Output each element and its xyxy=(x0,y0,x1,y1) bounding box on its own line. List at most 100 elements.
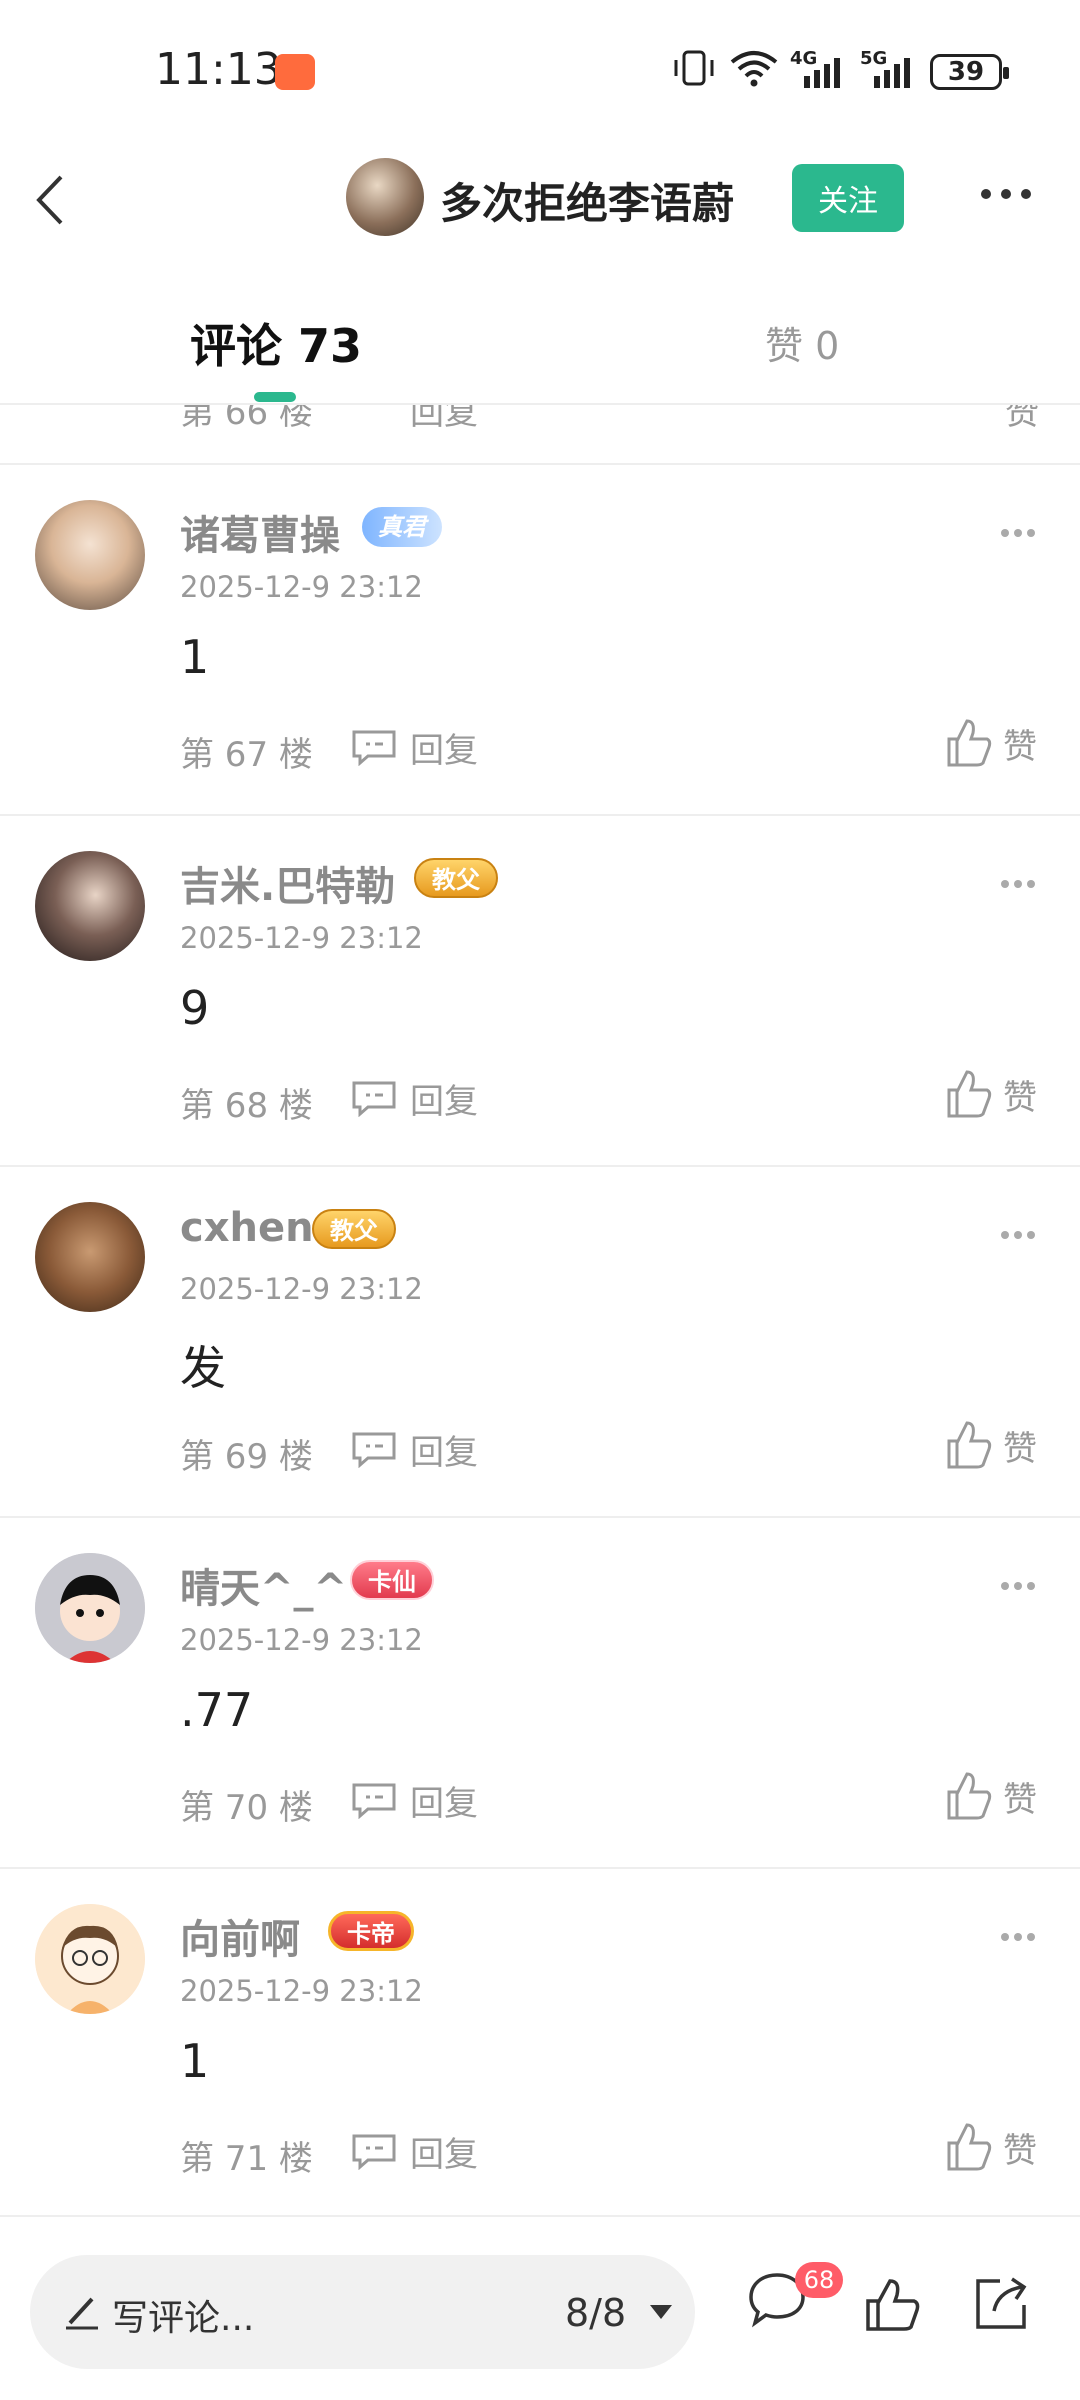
comment-text: 1 xyxy=(180,630,210,684)
level-badge: 教父 xyxy=(414,858,498,898)
reply-button[interactable]: 回复 xyxy=(350,1419,478,1479)
timestamp: 2025-12-9 23:12 xyxy=(180,1974,423,2008)
share-icon[interactable] xyxy=(970,2273,1032,2335)
thumbs-up-icon xyxy=(947,1772,992,1820)
like-button[interactable]: 赞 xyxy=(945,2114,1037,2180)
avatar[interactable] xyxy=(35,1553,145,1663)
tab-likes[interactable]: 赞 0 xyxy=(765,315,839,370)
dropdown-triangle-icon[interactable] xyxy=(648,2303,674,2321)
reply-bubble-icon xyxy=(352,2134,396,2170)
reply-label: 回复 xyxy=(410,1432,478,1473)
more-horizontal-icon[interactable] xyxy=(1000,1229,1036,1241)
floor-label: 第 67 楼 xyxy=(180,735,313,775)
comment-list[interactable]: 第 66 楼 回复 赞 诸葛曹操 真君 2025-12-9 23:12 1 第 … xyxy=(0,405,1080,2215)
more-horizontal-icon[interactable] xyxy=(1000,1931,1036,1943)
username[interactable]: 诸葛曹操 xyxy=(180,503,340,561)
avatar[interactable] xyxy=(35,1904,145,2014)
like-label: 赞 xyxy=(1003,1779,1037,1820)
reply-bubble-icon xyxy=(352,1081,396,1117)
reply-label[interactable]: 回复 xyxy=(410,405,478,434)
partial-comment: 第 66 楼 回复 赞 xyxy=(0,405,1080,465)
signal-icon-4g: 4G xyxy=(790,48,850,88)
reply-label: 回复 xyxy=(410,1783,478,1824)
author-name[interactable]: 多次拒绝李语蔚 xyxy=(440,170,734,231)
username[interactable]: 向前啊 xyxy=(180,1907,300,1965)
like-button[interactable]: 赞 xyxy=(945,1412,1037,1478)
cartoon-avatar-icon xyxy=(35,1904,145,2014)
comment-text: 1 xyxy=(180,2034,210,2088)
reply-button[interactable]: 回复 xyxy=(350,1770,478,1830)
vibrate-icon xyxy=(674,50,714,86)
battery-indicator: 39 xyxy=(930,54,1009,90)
back-arrow-icon[interactable] xyxy=(25,165,81,235)
username[interactable]: cxhen xyxy=(180,1205,314,1251)
timestamp: 2025-12-9 23:12 xyxy=(180,1272,423,1306)
reply-bubble-icon xyxy=(352,730,396,766)
cartoon-avatar-icon xyxy=(35,1553,145,1663)
bottom-action-bar: 写评论... 8/8 68 xyxy=(0,2215,1080,2400)
write-comment-placeholder: 写评论... xyxy=(112,2298,255,2339)
more-horizontal-icon[interactable] xyxy=(1000,527,1036,539)
like-button[interactable]: 赞 xyxy=(945,1763,1037,1829)
write-comment-input[interactable]: 写评论... 8/8 xyxy=(30,2255,695,2369)
thumbs-up-icon xyxy=(947,1421,992,1469)
timestamp: 2025-12-9 23:12 xyxy=(180,570,423,604)
reply-button[interactable]: 回复 xyxy=(350,717,478,777)
thumbs-up-icon xyxy=(947,719,992,767)
like-label: 赞 xyxy=(1003,2130,1037,2171)
tab-comments[interactable]: 评论 73 xyxy=(190,310,362,376)
floor-label: 第 71 楼 xyxy=(180,2139,313,2179)
timestamp: 2025-12-9 23:12 xyxy=(180,1623,423,1657)
timestamp: 2025-12-9 23:12 xyxy=(180,921,423,955)
status-bar: 11:13 4G 5G 39 xyxy=(0,0,1080,140)
like-button[interactable]: 赞 xyxy=(945,1061,1037,1127)
reply-label: 回复 xyxy=(410,2134,478,2175)
like-label[interactable]: 赞 xyxy=(1005,405,1039,434)
tab-bar: 评论 73 赞 0 xyxy=(0,260,1080,405)
avatar[interactable] xyxy=(35,500,145,610)
username[interactable]: 晴天^_^ xyxy=(180,1556,347,1614)
author-avatar[interactable] xyxy=(346,158,424,236)
thumbs-up-icon[interactable] xyxy=(862,2275,922,2335)
page-indicator[interactable]: 8/8 xyxy=(565,2291,626,2335)
comment-text: .77 xyxy=(180,1683,254,1737)
avatar[interactable] xyxy=(35,851,145,961)
reply-bubble-icon xyxy=(352,1783,396,1819)
reply-button[interactable]: 回复 xyxy=(350,2121,478,2181)
thumbs-up-icon xyxy=(947,2123,992,2171)
comment-count-badge: 68 xyxy=(795,2262,843,2298)
thumbs-up-icon xyxy=(947,1070,992,1118)
avatar[interactable] xyxy=(35,1202,145,1312)
tab-active-indicator xyxy=(254,392,296,402)
reply-label: 回复 xyxy=(410,1081,478,1122)
floor-label: 第 70 楼 xyxy=(180,1788,313,1828)
floor-label: 第 68 楼 xyxy=(180,1086,313,1126)
level-badge: 教父 xyxy=(312,1209,396,1249)
status-time: 11:13 xyxy=(155,44,282,95)
like-label: 赞 xyxy=(1003,726,1037,767)
more-horizontal-icon[interactable] xyxy=(978,184,1034,204)
comment-item: 吉米.巴特勒 教父 2025-12-9 23:12 9 第 68 楼 回复 赞 xyxy=(0,814,1080,1165)
level-badge: 卡仙 xyxy=(350,1560,434,1600)
reply-bubble-icon xyxy=(352,1432,396,1468)
like-label: 赞 xyxy=(1003,1428,1037,1469)
floor-label: 第 69 楼 xyxy=(180,1437,313,1477)
like-button[interactable]: 赞 xyxy=(945,710,1037,776)
comment-item: 向前啊 卡帝 2025-12-9 23:12 1 第 71 楼 回复 赞 xyxy=(0,1867,1080,2215)
like-label: 赞 xyxy=(1003,1077,1037,1118)
comment-item: cxhen 教父 2025-12-9 23:12 发 第 69 楼 回复 赞 xyxy=(0,1165,1080,1516)
reply-label: 回复 xyxy=(410,730,478,771)
reply-button[interactable]: 回复 xyxy=(350,1068,478,1128)
level-badge: 真君 xyxy=(362,507,442,547)
level-badge: 卡帝 xyxy=(328,1911,414,1951)
follow-button[interactable]: 关注 xyxy=(792,164,904,232)
comment-text: 9 xyxy=(180,981,210,1035)
pen-icon xyxy=(66,2297,98,2330)
username[interactable]: 吉米.巴特勒 xyxy=(180,854,395,912)
more-horizontal-icon[interactable] xyxy=(1000,1580,1036,1592)
app-notification-icon xyxy=(275,54,315,90)
comment-text: 发 xyxy=(180,1341,226,1395)
more-horizontal-icon[interactable] xyxy=(1000,878,1036,890)
floor-label: 第 66 楼 xyxy=(180,405,313,433)
signal-icon-5g: 5G xyxy=(860,48,920,88)
